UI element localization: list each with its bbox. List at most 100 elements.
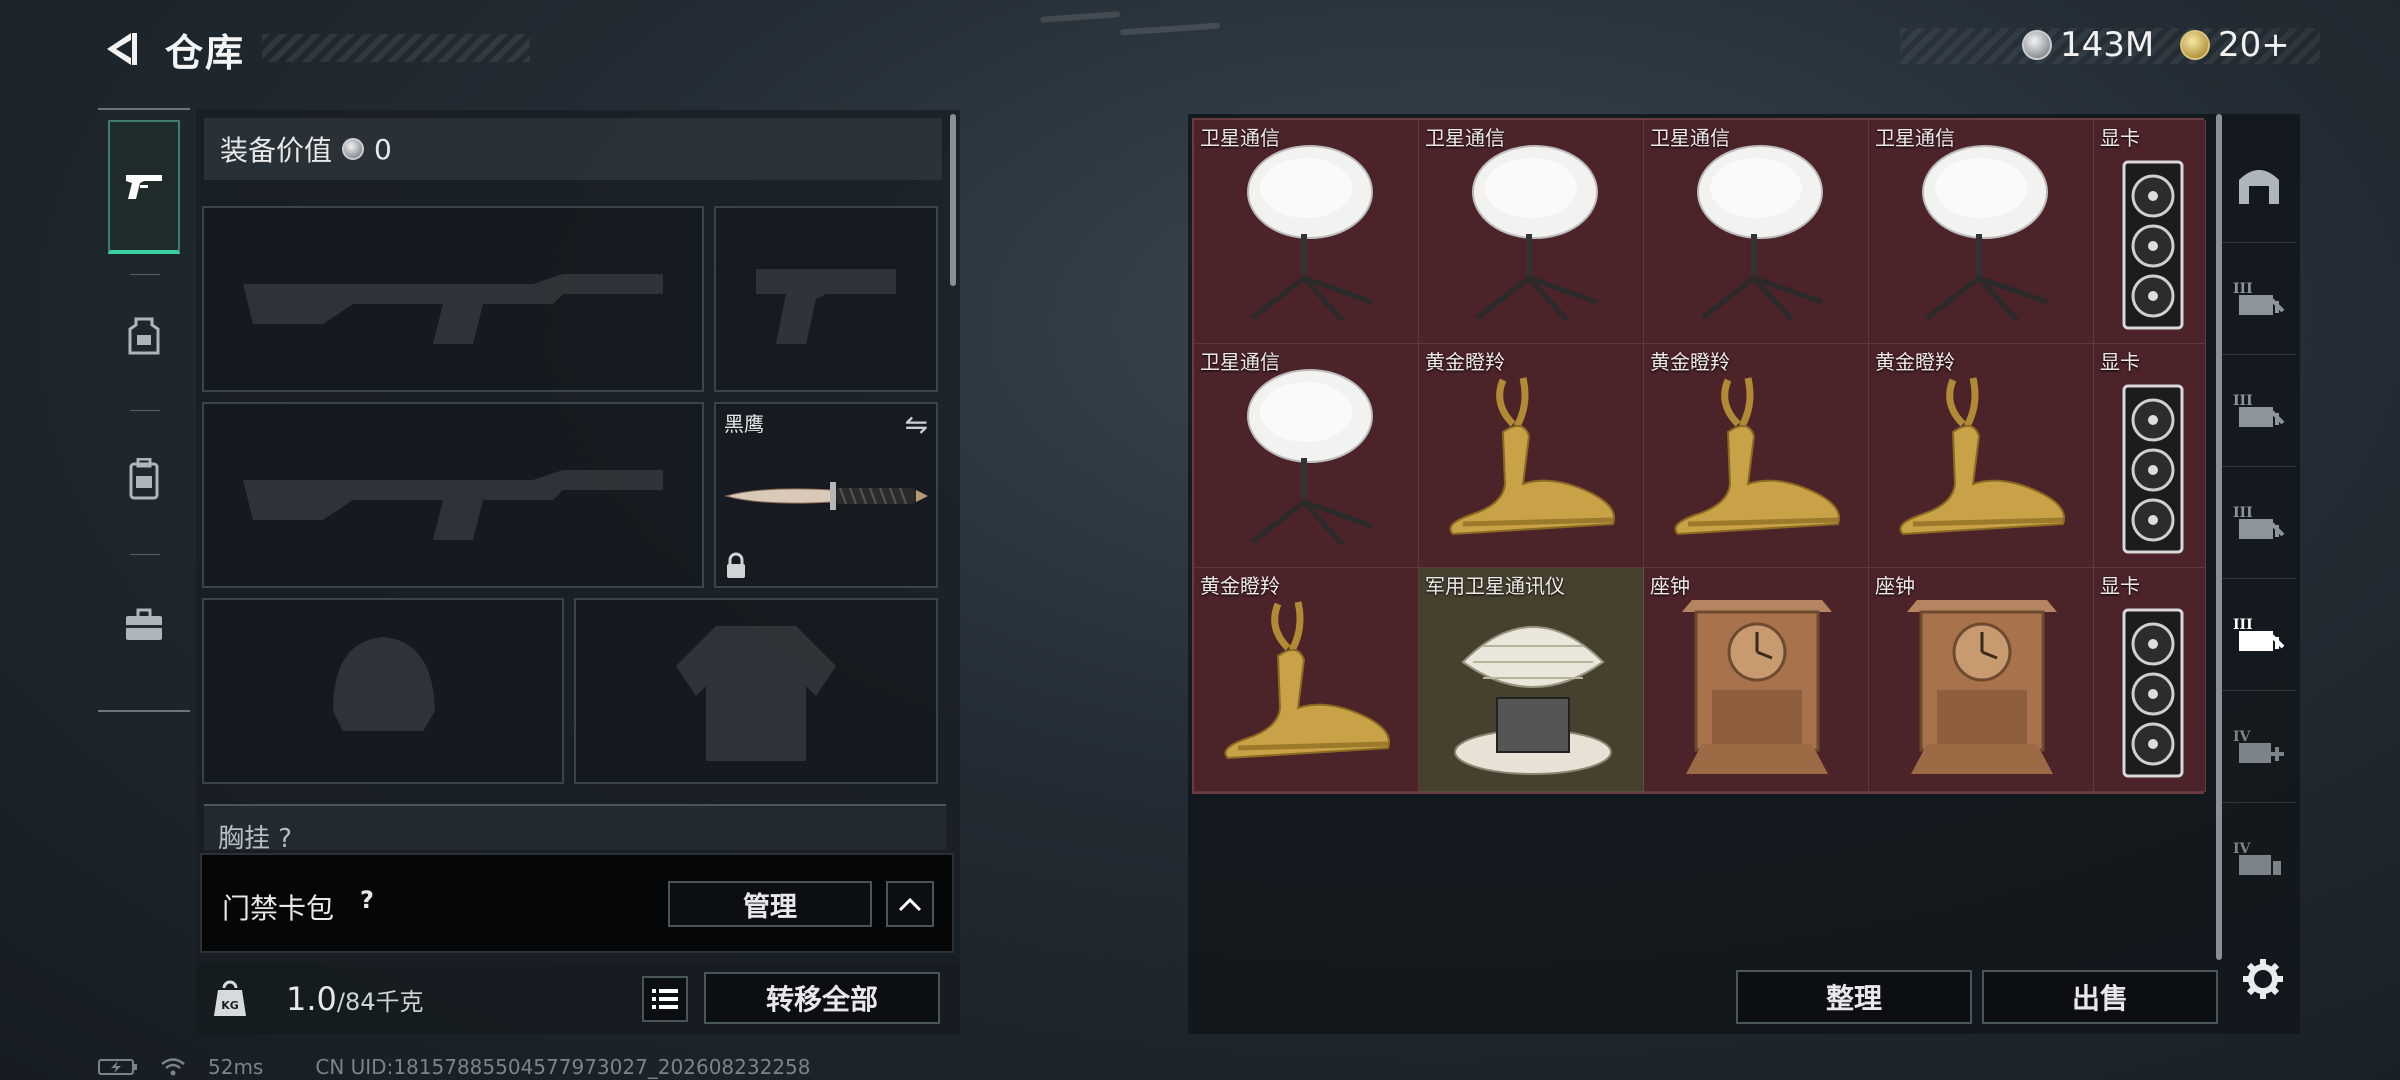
sell-button[interactable]: 出售 xyxy=(1982,970,2218,1024)
storage-tabs-rail: III III III III IV IV xyxy=(2222,118,2296,938)
background-streak xyxy=(1119,22,1221,36)
uid-text: CN UID:18157885504577973027_202608232258 xyxy=(315,1055,811,1079)
helmet-silhouette-icon xyxy=(333,637,435,731)
tab-storage-3c[interactable]: III xyxy=(2222,466,2296,574)
storage-item-label: 卫星通信 xyxy=(1425,126,1505,150)
military-item-icon xyxy=(1454,626,1612,775)
storage-home-icon xyxy=(2239,170,2279,204)
storage-item[interactable]: 卫星通信 xyxy=(1194,120,1419,344)
storage-item-label: 显卡 xyxy=(2100,126,2140,150)
pistol-slot[interactable] xyxy=(714,206,938,392)
knife-icon xyxy=(724,482,928,510)
storage-item-label: 卫星通信 xyxy=(1875,126,1955,150)
tab-storage-3d-active[interactable]: III xyxy=(2222,578,2296,686)
clock-item-icon xyxy=(1907,600,2057,774)
silver-currency[interactable]: 143M xyxy=(2022,25,2154,65)
tab-weapons[interactable] xyxy=(108,120,180,254)
silver-coin-icon xyxy=(2022,30,2052,60)
storage-grid: 卫星通信 卫星通信 卫星通信 卫星通信 显卡 卫星通信 黄金瞪羚 黄金瞪羚 黄金瞪羚 显卡 黄金瞪羚… xyxy=(1192,118,2206,794)
melee-slot-label: 黑鹰 xyxy=(724,412,764,436)
manage-button[interactable]: 管理 xyxy=(668,881,872,927)
tab-divider xyxy=(130,410,160,411)
storage-item[interactable]: 显卡 xyxy=(2094,568,2206,792)
storage-item-label: 座钟 xyxy=(1650,574,1690,598)
weight-readout: 1.0/84千克 xyxy=(286,980,424,1018)
storage-item[interactable]: 卫星通信 xyxy=(1869,120,2094,344)
gold-coin-icon xyxy=(2180,30,2210,60)
storage-item[interactable]: 卫星通信 xyxy=(1194,344,1419,568)
storage-item[interactable]: 显卡 xyxy=(2094,344,2206,568)
tab-briefcase[interactable] xyxy=(108,558,180,692)
tab-storage-4[interactable]: IV xyxy=(2222,802,2296,910)
list-icon xyxy=(652,989,678,1009)
collapse-button[interactable] xyxy=(886,881,934,927)
back-button[interactable] xyxy=(98,26,144,72)
keycard-wallet-bar: 门禁卡包 ? 管理 xyxy=(200,853,954,953)
storage-item-label: 卫星通信 xyxy=(1650,126,1730,150)
svg-text:III: III xyxy=(2233,505,2253,521)
briefcase-icon xyxy=(126,608,162,640)
storage-item[interactable]: 座钟 xyxy=(1869,568,2094,792)
gpu-item-icon xyxy=(2122,608,2184,778)
chest-rig-label: 胸挂 ? xyxy=(218,824,293,850)
chest-rig-row[interactable]: 胸挂 ? xyxy=(204,804,946,850)
gazelle-item-icon xyxy=(1449,377,1615,536)
keycard-wallet-label: 门禁卡包 xyxy=(222,892,335,925)
dish-item-icon xyxy=(1922,145,2048,322)
storage-panel: 卫星通信 卫星通信 卫星通信 卫星通信 显卡 卫星通信 黄金瞪羚 黄金瞪羚 黄金瞪羚 显卡 黄金瞪羚… xyxy=(1188,114,2300,1034)
dish-item-icon xyxy=(1247,369,1373,546)
backpack-icon xyxy=(129,458,159,500)
storage-item-label: 黄金瞪羚 xyxy=(1875,350,1955,374)
gpu-item-icon xyxy=(2122,160,2184,330)
transfer-all-button[interactable]: 转移全部 xyxy=(704,972,940,1024)
melee-slot[interactable]: 黑鹰 ⇋ xyxy=(714,402,938,588)
storage-item[interactable]: 黄金瞪羚 xyxy=(1194,568,1419,792)
storage-item-label: 卫星通信 xyxy=(1200,126,1280,150)
wifi-icon xyxy=(161,1058,185,1076)
tab-storage-3b[interactable]: III xyxy=(2222,354,2296,462)
equipment-value: 0 xyxy=(374,132,392,166)
storage-item[interactable]: 黄金瞪羚 xyxy=(1419,344,1644,568)
svg-text:III: III xyxy=(2233,617,2253,633)
storage-3-icon: III xyxy=(2233,393,2285,427)
settings-button[interactable] xyxy=(2240,956,2286,1002)
lock-icon xyxy=(727,552,745,578)
storage-4-add-icon: IV xyxy=(2233,729,2284,763)
status-bar: 52ms CN UID:18157885504577973027_2026082… xyxy=(98,1055,811,1079)
swap-icon[interactable]: ⇋ xyxy=(905,408,928,441)
tab-armor[interactable] xyxy=(108,270,180,404)
storage-item[interactable]: 卫星通信 xyxy=(1419,120,1644,344)
equipment-value-bar: 装备价值 0 xyxy=(204,118,942,180)
title-stripe-decoration xyxy=(262,34,530,62)
gazelle-item-icon xyxy=(1674,377,1840,536)
tab-storage-3a[interactable]: III xyxy=(2222,242,2296,350)
storage-item[interactable]: 显卡 xyxy=(2094,120,2206,344)
helmet-slot[interactable] xyxy=(202,598,564,784)
storage-item[interactable]: 黄金瞪羚 xyxy=(1644,344,1869,568)
secondary-weapon-slot[interactable] xyxy=(202,402,704,588)
sort-button[interactable]: 整理 xyxy=(1736,970,1972,1024)
list-view-button[interactable] xyxy=(642,976,688,1022)
tab-storage-home[interactable] xyxy=(2222,130,2296,238)
tab-storage-4-add[interactable]: IV xyxy=(2222,690,2296,798)
tab-backpack[interactable] xyxy=(108,412,180,546)
armor-slot[interactable] xyxy=(574,598,938,784)
storage-item[interactable]: 军用卫星通讯仪 xyxy=(1419,568,1644,792)
silver-currency-value: 143M xyxy=(2060,25,2155,65)
primary-weapon-slot[interactable] xyxy=(202,206,704,392)
weight-current: 1.0 xyxy=(286,980,337,1018)
weight-bar: KG 1.0/84千克 转移全部 xyxy=(196,962,960,1034)
help-icon[interactable]: ? xyxy=(350,883,384,917)
storage-item[interactable]: 黄金瞪羚 xyxy=(1869,344,2094,568)
ping-value: 52ms xyxy=(208,1055,264,1079)
equipment-value-label: 装备价值 xyxy=(220,134,333,167)
storage-3-active-icon: III xyxy=(2233,617,2285,651)
svg-text:KG: KG xyxy=(221,999,239,1012)
storage-item[interactable]: 卫星通信 xyxy=(1644,120,1869,344)
equipment-scrollbar[interactable] xyxy=(950,114,956,286)
storage-item-label: 卫星通信 xyxy=(1200,350,1280,374)
storage-3-icon: III xyxy=(2233,505,2285,539)
gold-currency[interactable]: 20+ xyxy=(2180,25,2290,65)
storage-item[interactable]: 座钟 xyxy=(1644,568,1869,792)
svg-text:IV: IV xyxy=(2233,841,2252,857)
